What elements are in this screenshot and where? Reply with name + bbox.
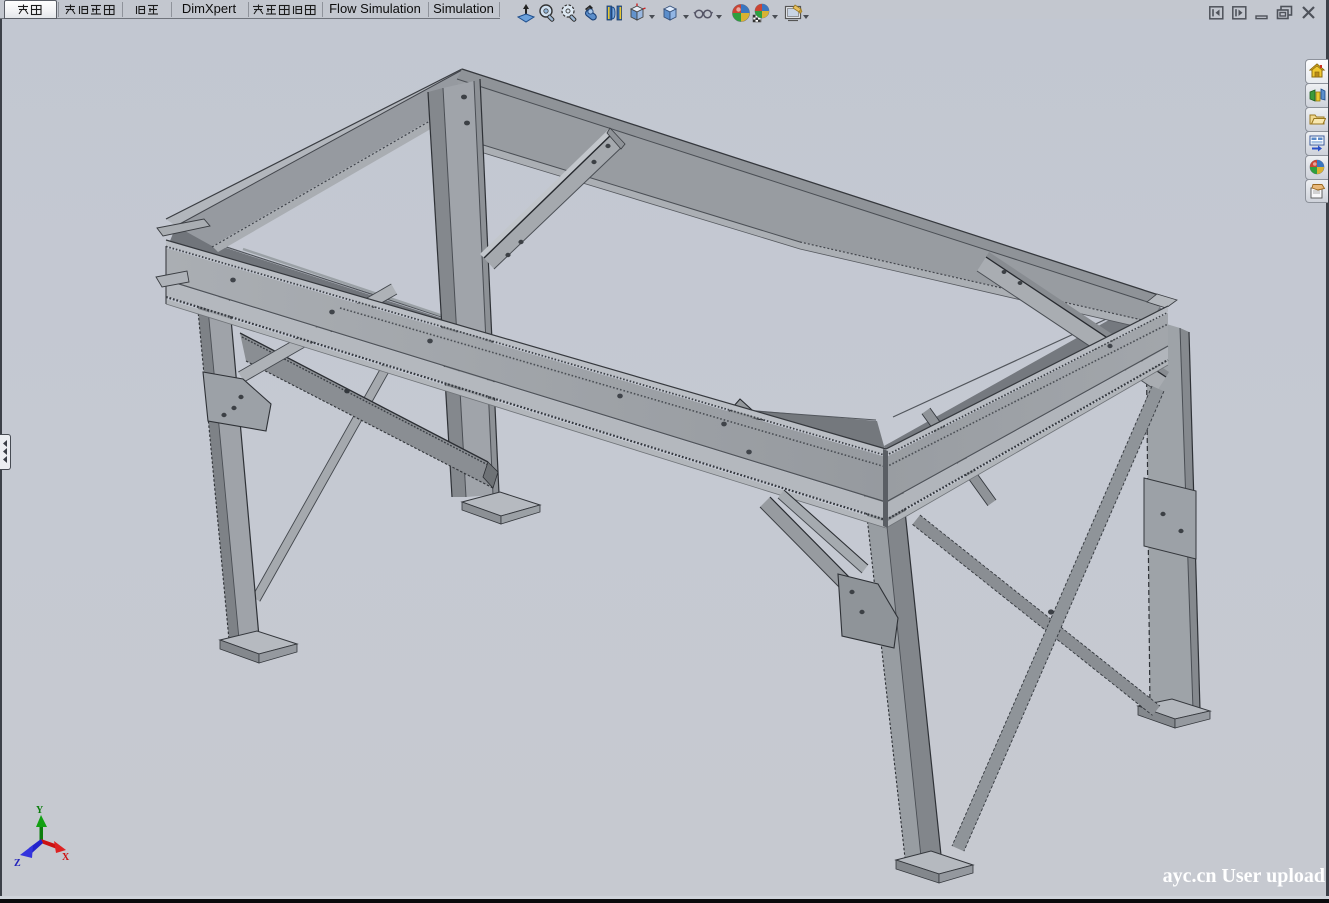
svg-text:Z: Z bbox=[14, 858, 21, 869]
svg-text:X: X bbox=[62, 852, 70, 863]
svg-text:Y: Y bbox=[36, 805, 44, 816]
